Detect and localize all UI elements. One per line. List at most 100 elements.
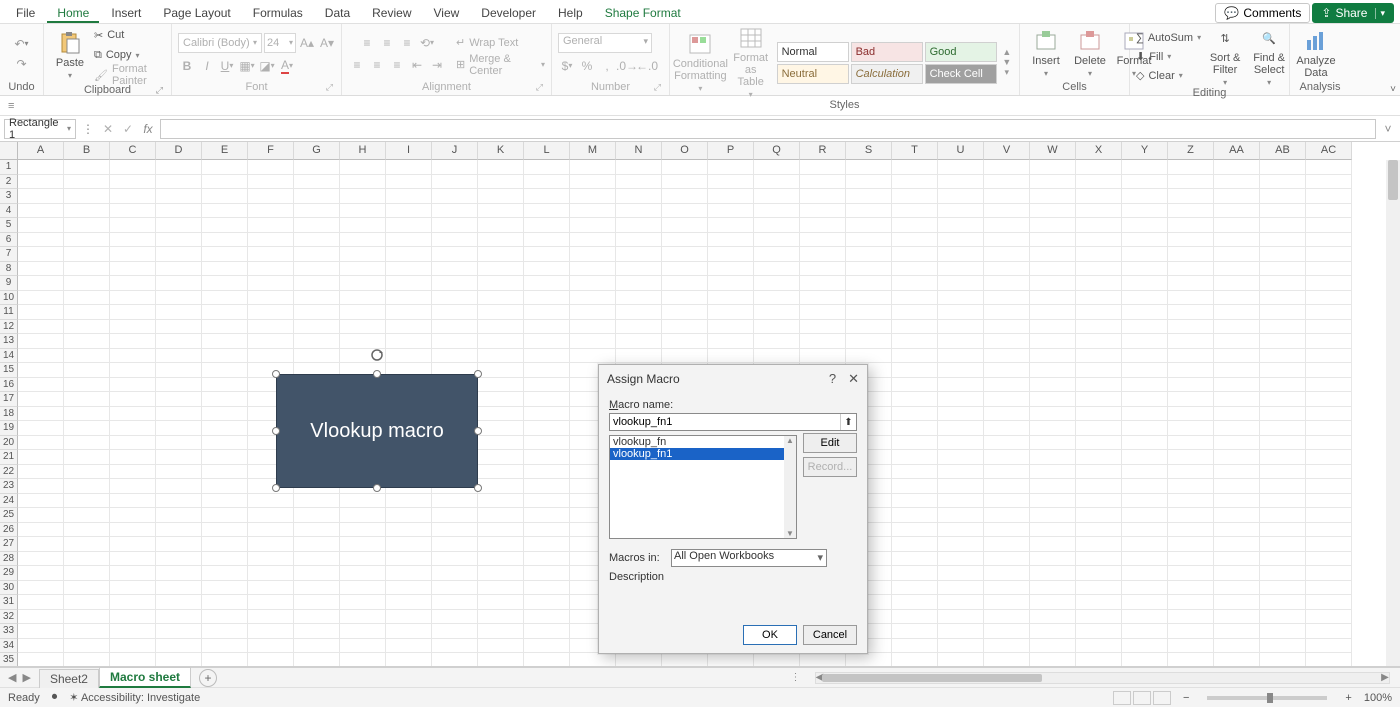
- cell[interactable]: [1306, 508, 1352, 523]
- cell[interactable]: [1030, 566, 1076, 581]
- cell[interactable]: [1076, 465, 1122, 480]
- cell[interactable]: [156, 189, 202, 204]
- cell[interactable]: [1260, 407, 1306, 422]
- cell[interactable]: [478, 566, 524, 581]
- cell[interactable]: [110, 189, 156, 204]
- cancel-formula-icon[interactable]: ✕: [100, 122, 116, 136]
- cell[interactable]: [938, 436, 984, 451]
- cell[interactable]: [1168, 639, 1214, 654]
- row-header[interactable]: 8: [0, 262, 18, 277]
- cell[interactable]: [110, 479, 156, 494]
- cell[interactable]: [18, 508, 64, 523]
- zoom-out-icon[interactable]: −: [1183, 692, 1189, 704]
- cell[interactable]: [938, 537, 984, 552]
- cell[interactable]: [1168, 436, 1214, 451]
- cell[interactable]: [294, 334, 340, 349]
- cell[interactable]: [938, 392, 984, 407]
- cell[interactable]: [1030, 581, 1076, 596]
- cell[interactable]: [1030, 160, 1076, 175]
- cell[interactable]: [1306, 392, 1352, 407]
- cell[interactable]: [478, 334, 524, 349]
- worksheet-grid[interactable]: ABCDEFGHIJKLMNOPQRSTUVWXYZAAABAC 1234567…: [0, 142, 1400, 667]
- tab-view[interactable]: View: [424, 2, 470, 23]
- cell[interactable]: [1030, 465, 1076, 480]
- borders-icon[interactable]: ▦▾: [238, 57, 256, 75]
- cell[interactable]: [708, 349, 754, 364]
- cell[interactable]: [708, 160, 754, 175]
- close-icon[interactable]: ✕: [848, 371, 859, 387]
- cell[interactable]: [754, 189, 800, 204]
- cell[interactable]: [294, 508, 340, 523]
- column-header[interactable]: L: [524, 142, 570, 160]
- cell[interactable]: [524, 392, 570, 407]
- cell[interactable]: [1122, 160, 1168, 175]
- tab-help[interactable]: Help: [548, 2, 593, 23]
- cell[interactable]: [478, 392, 524, 407]
- cell[interactable]: [110, 610, 156, 625]
- cell[interactable]: [202, 465, 248, 480]
- cell[interactable]: [616, 189, 662, 204]
- cell[interactable]: [64, 639, 110, 654]
- cell[interactable]: [340, 233, 386, 248]
- cell[interactable]: [892, 508, 938, 523]
- cell[interactable]: [938, 334, 984, 349]
- cell[interactable]: [64, 624, 110, 639]
- cell[interactable]: [386, 624, 432, 639]
- cell[interactable]: [1076, 610, 1122, 625]
- tab-file[interactable]: File: [6, 2, 45, 23]
- row-header[interactable]: 9: [0, 276, 18, 291]
- cell[interactable]: [1306, 465, 1352, 480]
- cell[interactable]: [1030, 247, 1076, 262]
- cell[interactable]: [524, 378, 570, 393]
- cell[interactable]: [478, 653, 524, 667]
- cell[interactable]: [478, 552, 524, 567]
- cell[interactable]: [1260, 160, 1306, 175]
- cell[interactable]: [708, 305, 754, 320]
- cell[interactable]: [248, 320, 294, 335]
- cell[interactable]: [662, 175, 708, 190]
- cell[interactable]: [892, 566, 938, 581]
- cell[interactable]: [202, 479, 248, 494]
- cell[interactable]: [432, 537, 478, 552]
- cell[interactable]: [64, 450, 110, 465]
- cell[interactable]: [1306, 378, 1352, 393]
- cell[interactable]: [478, 450, 524, 465]
- cell[interactable]: [64, 160, 110, 175]
- cell[interactable]: [1214, 508, 1260, 523]
- cell[interactable]: [202, 537, 248, 552]
- cell[interactable]: [64, 233, 110, 248]
- cell[interactable]: [984, 407, 1030, 422]
- cell[interactable]: [984, 494, 1030, 509]
- cell[interactable]: [1030, 204, 1076, 219]
- help-icon[interactable]: ?: [829, 371, 836, 387]
- cell[interactable]: [1306, 566, 1352, 581]
- cell[interactable]: [1214, 349, 1260, 364]
- cell[interactable]: [524, 537, 570, 552]
- cell[interactable]: [616, 218, 662, 233]
- cell[interactable]: [340, 610, 386, 625]
- cell[interactable]: [800, 305, 846, 320]
- cell[interactable]: [156, 494, 202, 509]
- style-calculation[interactable]: Calculation: [851, 64, 923, 84]
- cell[interactable]: [570, 218, 616, 233]
- cell[interactable]: [386, 537, 432, 552]
- cell[interactable]: [156, 639, 202, 654]
- cell[interactable]: [156, 247, 202, 262]
- cell[interactable]: [432, 581, 478, 596]
- cell[interactable]: [110, 508, 156, 523]
- cell[interactable]: [64, 305, 110, 320]
- style-good[interactable]: Good: [925, 42, 997, 62]
- font-size-combo[interactable]: 24▾: [264, 33, 296, 53]
- cell[interactable]: [800, 175, 846, 190]
- cell[interactable]: [938, 363, 984, 378]
- cell[interactable]: [984, 436, 1030, 451]
- cell[interactable]: [570, 320, 616, 335]
- cell[interactable]: [432, 276, 478, 291]
- cell[interactable]: [18, 624, 64, 639]
- cell[interactable]: [1214, 639, 1260, 654]
- style-bad[interactable]: Bad: [851, 42, 923, 62]
- number-launcher-icon[interactable]: ⤢: [654, 82, 661, 93]
- macro-list-item[interactable]: vlookup_fn: [610, 436, 796, 448]
- percent-icon[interactable]: %: [578, 57, 596, 75]
- cell[interactable]: [110, 363, 156, 378]
